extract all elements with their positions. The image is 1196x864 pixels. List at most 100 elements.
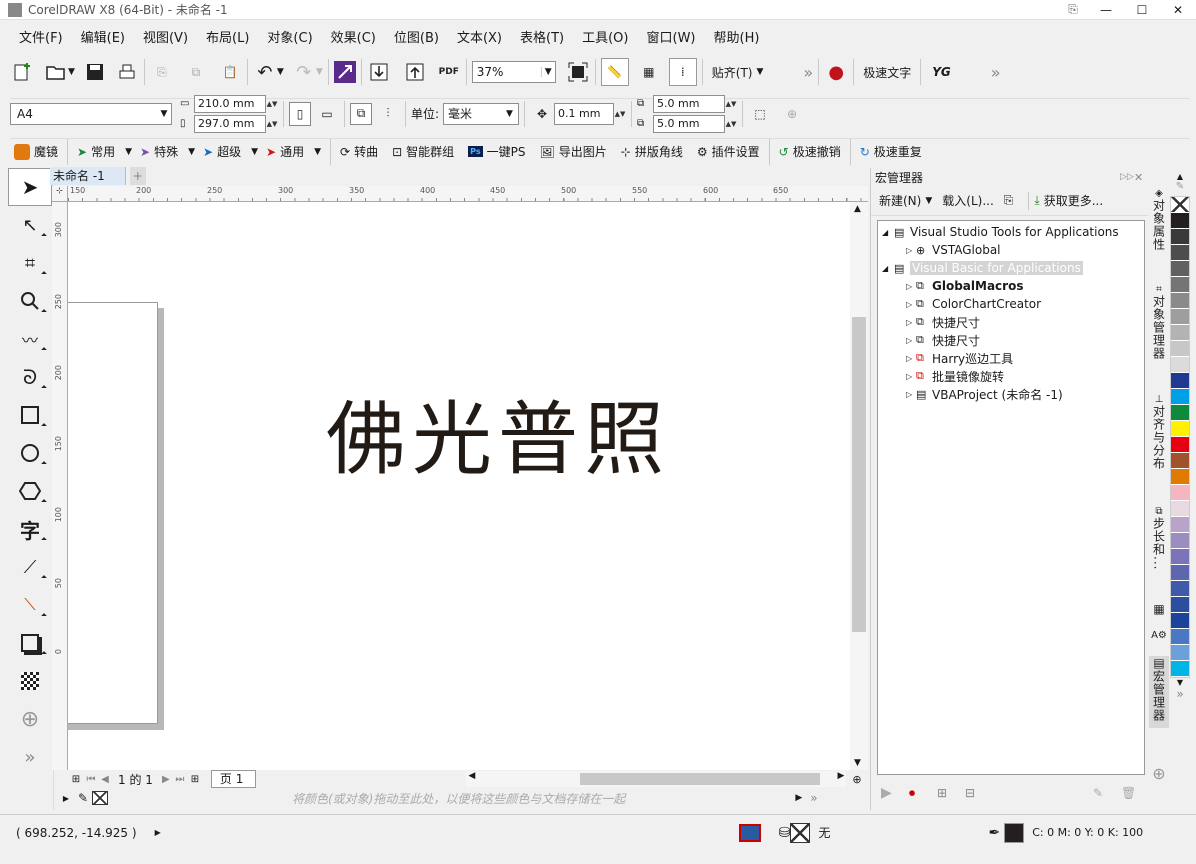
side-tab-macro-manager[interactable]: ▤ 宏管理器 xyxy=(1149,656,1169,728)
insert-page-after-icon[interactable]: ⊞ xyxy=(187,774,203,785)
palette-scroll-up-icon[interactable]: ▲ xyxy=(1170,172,1190,181)
menu-edit[interactable]: 编辑(E) xyxy=(72,27,134,46)
snap-to-button[interactable]: 贴齐(T) xyxy=(708,64,757,81)
palette-pen-icon[interactable]: ✎ xyxy=(1170,181,1190,192)
plugin-convert-curves[interactable]: ⟳ 转曲 xyxy=(336,138,382,166)
color-swatch[interactable] xyxy=(1171,485,1189,501)
record-macro-icon[interactable]: ⏺ xyxy=(909,786,937,801)
page-width-spinner[interactable]: ▲▼ xyxy=(266,100,278,108)
toolbar-overflow-icon[interactable]: » xyxy=(803,63,813,82)
toolbox-more-button[interactable]: » xyxy=(8,738,52,776)
color-swatch[interactable] xyxy=(1171,597,1189,613)
collapse-arrow-icon[interactable]: ▷ xyxy=(906,372,916,381)
color-swatch[interactable] xyxy=(1171,501,1189,517)
tree-node-vstaglobal[interactable]: ▷ ⊕ VSTAGlobal xyxy=(878,241,1144,259)
menu-view[interactable]: 视图(V) xyxy=(134,27,197,46)
color-swatch[interactable] xyxy=(1171,309,1189,325)
plugin-crop-marks[interactable]: ⊹ 拼版角线 xyxy=(617,138,687,166)
menu-effects[interactable]: 效果(C) xyxy=(322,27,385,46)
menu-bitmaps[interactable]: 位图(B) xyxy=(385,27,448,46)
scroll-left-icon[interactable]: ◀ xyxy=(468,771,475,781)
side-tab-step-repeat[interactable]: ⧉ 步长和... xyxy=(1149,506,1169,570)
collapse-arrow-icon[interactable]: ▷ xyxy=(906,300,916,309)
color-swatch[interactable] xyxy=(1171,645,1189,661)
vertical-ruler[interactable]: 300 250 200 150 100 50 0 xyxy=(52,202,68,770)
menu-layout[interactable]: 布局(L) xyxy=(197,27,258,46)
tree-node-harry[interactable]: ▷ ⧉ Harry巡边工具 xyxy=(878,349,1144,367)
scroll-right-icon[interactable]: ▶ xyxy=(837,771,844,781)
color-swatch[interactable] xyxy=(1171,325,1189,341)
tree-node-mirror[interactable]: ▷ ⧉ 批量镜像旋转 xyxy=(878,367,1144,385)
redo-icon[interactable]: ↷ xyxy=(292,60,316,84)
docker-collapse-icon[interactable]: ▷▷ xyxy=(1120,172,1134,182)
tree-node-vsta[interactable]: ◢ ▤ Visual Studio Tools for Applications xyxy=(878,223,1144,241)
new-tab-icon[interactable]: + xyxy=(129,167,146,185)
color-swatch[interactable] xyxy=(1171,469,1189,485)
module-settings-icon[interactable]: ⊟ xyxy=(965,786,993,800)
zoom-combo[interactable]: 37% ▼ xyxy=(471,61,556,83)
treat-as-filled-icon[interactable]: ⬚ xyxy=(748,102,772,126)
color-swatch[interactable] xyxy=(1171,661,1189,677)
page-height-spinner[interactable]: ▲▼ xyxy=(266,120,278,128)
show-rulers-icon[interactable]: 📏 xyxy=(600,58,629,86)
undo-dropdown-icon[interactable]: ▼ xyxy=(277,67,284,77)
unit-combo[interactable]: 毫米 ▼ xyxy=(443,102,520,125)
side-tab-color-styles[interactable]: ▦ xyxy=(1149,602,1169,616)
menu-window[interactable]: 窗口(W) xyxy=(638,27,705,46)
tree-node-globalmacros[interactable]: ▷ ⧉ GlobalMacros xyxy=(878,277,1144,295)
nudge-input[interactable]: 0.1 mm xyxy=(554,102,615,125)
artistic-media-tool[interactable]: ᘐ xyxy=(8,358,52,396)
collapse-arrow-icon[interactable]: ▷ xyxy=(906,390,916,399)
close-button[interactable]: ✕ xyxy=(1160,3,1196,17)
page-height-input[interactable]: 297.0 mm xyxy=(194,114,266,133)
document-tab[interactable]: 未命名 -1 xyxy=(50,167,126,185)
menu-file[interactable]: 文件(F) xyxy=(10,27,72,46)
text-tool[interactable]: 字 xyxy=(8,510,52,548)
shape-tool[interactable]: ↖ xyxy=(8,206,52,244)
plugin-fast-undo[interactable]: ↺ 极速撤销 xyxy=(775,138,845,166)
collapse-arrow-icon[interactable]: ▷ xyxy=(906,246,916,255)
transparency-tool[interactable] xyxy=(8,662,52,700)
zoom-tool[interactable] xyxy=(8,282,52,320)
undo-icon[interactable]: ↶ xyxy=(253,60,277,84)
import-icon[interactable] xyxy=(367,60,391,84)
expand-arrow-icon[interactable]: ◢ xyxy=(882,264,894,273)
run-macro-icon[interactable]: ▶ xyxy=(881,785,909,801)
delete-macro-icon[interactable]: 🗑 xyxy=(1121,786,1149,800)
color-swatch[interactable] xyxy=(1171,389,1189,405)
page-size-dropdown-icon[interactable]: ▼ xyxy=(157,109,171,119)
palette-scroll-down-icon[interactable]: ▼ xyxy=(1170,678,1190,687)
color-swatch[interactable] xyxy=(1171,373,1189,389)
menu-object[interactable]: 对象(C) xyxy=(258,27,321,46)
status-menu-icon[interactable]: ▶ xyxy=(155,828,161,837)
color-swatch[interactable] xyxy=(1171,277,1189,293)
zoom-nav-icon[interactable]: ⊕ xyxy=(852,773,861,786)
copy-macro-icon[interactable]: ⎘ xyxy=(1004,193,1014,208)
color-swatch[interactable] xyxy=(1171,357,1189,373)
color-swatch[interactable] xyxy=(1171,421,1189,437)
canvas-text[interactable]: 佛光普照 xyxy=(326,392,670,488)
color-swatch[interactable] xyxy=(1171,437,1189,453)
landscape-icon[interactable]: ▭ xyxy=(315,102,339,126)
menu-tools[interactable]: 工具(O) xyxy=(573,27,637,46)
next-page-icon[interactable]: ▶ xyxy=(159,774,173,785)
print-icon[interactable] xyxy=(115,60,139,84)
duplicate-y-spinner[interactable]: ▲▼ xyxy=(725,120,737,128)
tree-node-vbaproject[interactable]: ▷ ▤ VBAProject (未命名 -1) xyxy=(878,385,1144,403)
save-icon[interactable] xyxy=(83,60,107,84)
paste-icon[interactable]: 📋 xyxy=(218,60,242,84)
side-tab-object-properties[interactable]: ◈ 对象属性 xyxy=(1149,188,1169,251)
color-swatch[interactable] xyxy=(1171,405,1189,421)
color-swatch[interactable] xyxy=(1171,629,1189,645)
user-icon[interactable]: ⎘ xyxy=(1058,2,1088,17)
collapse-arrow-icon[interactable]: ▷ xyxy=(906,318,916,327)
color-swatch[interactable] xyxy=(1171,293,1189,309)
page-tab[interactable]: 页 1 xyxy=(210,770,257,788)
add-preset-icon[interactable]: ⊕ xyxy=(780,102,804,126)
vertical-scrollbar[interactable]: ▲ ▼ xyxy=(850,202,868,770)
drop-shadow-tool[interactable] xyxy=(8,624,52,662)
no-color-swatch[interactable] xyxy=(92,791,108,805)
copy-icon[interactable]: ⧉ xyxy=(184,60,208,84)
plugin-magic-mirror[interactable]: 魔镜 xyxy=(10,138,62,166)
all-pages-icon[interactable]: ⧉ xyxy=(350,102,372,125)
